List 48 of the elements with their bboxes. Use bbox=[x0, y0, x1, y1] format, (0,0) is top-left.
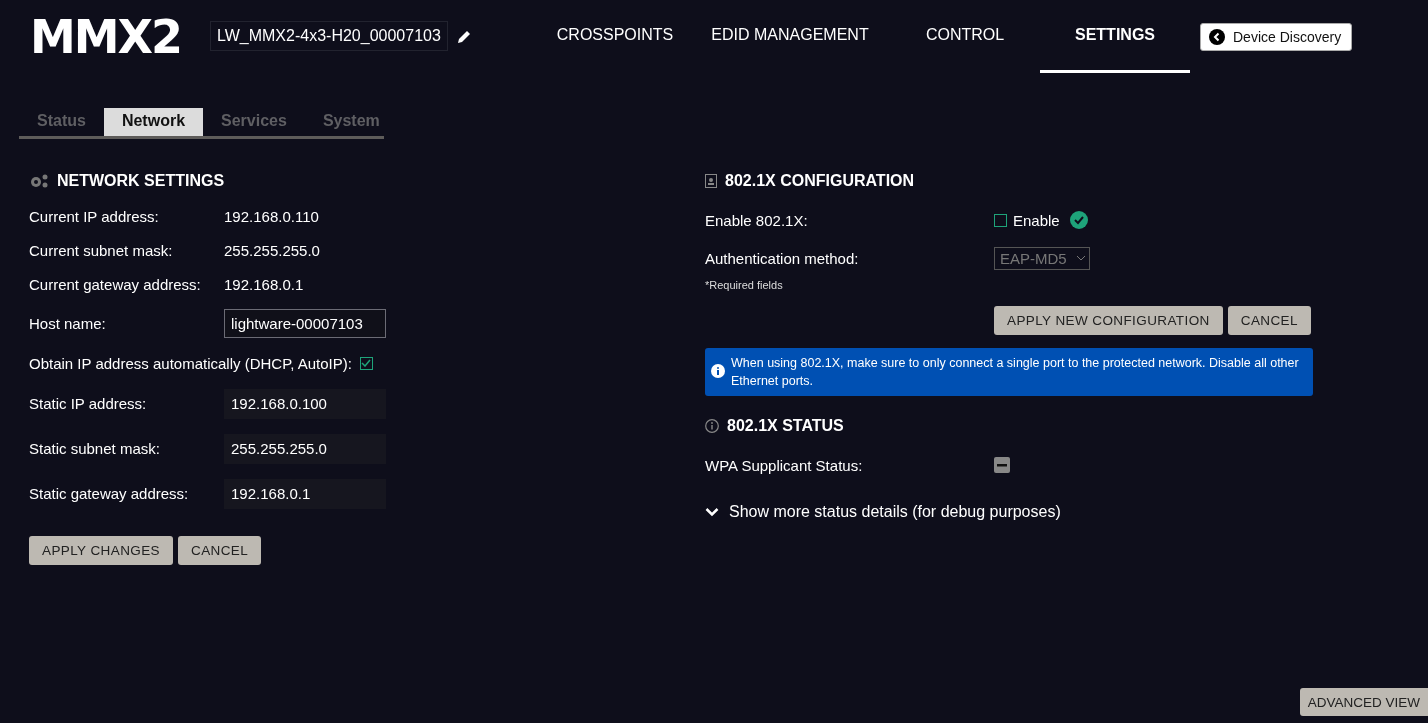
action-button[interactable]: CANCEL bbox=[178, 536, 262, 565]
chevron-icon bbox=[705, 507, 719, 517]
field-label: Current gateway address: bbox=[29, 275, 202, 293]
back-icon bbox=[1209, 28, 1225, 45]
tab[interactable]: Network bbox=[103, 108, 204, 136]
action-button[interactable]: APPLY NEW CONFIGURATION bbox=[994, 306, 1223, 335]
id-card-icon bbox=[705, 174, 717, 188]
info-banner: When using 802.1X, make sure to only connect a single port to the protected network. Disable all other Ethernet ports. bbox=[705, 348, 1313, 396]
nav-tab[interactable]: SETTINGS bbox=[1040, 0, 1190, 73]
field-label: Current subnet mask: bbox=[29, 241, 174, 259]
gears-icon bbox=[29, 173, 49, 189]
field-label: Static gateway address: bbox=[29, 485, 190, 502]
action-button[interactable]: APPLY CHANGES bbox=[29, 536, 173, 565]
details-toggle[interactable]: Show more status details (for debug purposes) bbox=[705, 503, 1325, 521]
section-title: NETWORK SETTINGS bbox=[57, 172, 225, 190]
field-value: 255.255.255.0 bbox=[224, 241, 320, 259]
nav-tab[interactable]: CROSSPOINTS bbox=[540, 0, 690, 73]
check-circle-icon bbox=[1069, 211, 1088, 229]
field-value: 192.168.0.1 bbox=[224, 275, 304, 293]
field-label: Current IP address: bbox=[29, 207, 160, 225]
chevron-down-icon bbox=[1076, 255, 1086, 261]
checkbox[interactable] bbox=[359, 356, 373, 370]
device-name: LW_MMX2-4x3-H20_00007103 bbox=[210, 20, 448, 51]
method-dropdown[interactable]: EAP-MD5 bbox=[994, 246, 1090, 270]
minus-square-icon bbox=[994, 457, 1010, 473]
nav-tab[interactable]: CONTROL bbox=[890, 0, 1040, 73]
info-icon bbox=[711, 364, 725, 378]
checkbox[interactable] bbox=[994, 213, 1007, 227]
input-field[interactable]: lightware-00007103 bbox=[224, 308, 386, 338]
field-label: Enable 802.1X: bbox=[705, 211, 809, 229]
advanced-view-button[interactable]: ADVANCED VIEW bbox=[1299, 688, 1428, 716]
field-label: Static IP address: bbox=[29, 395, 148, 412]
field-value: 192.168.0.110 bbox=[224, 207, 319, 225]
pencil-icon[interactable] bbox=[455, 28, 472, 45]
checkbox-label: Enable bbox=[1013, 211, 1060, 229]
action-button[interactable]: CANCEL bbox=[1227, 306, 1311, 335]
field-label: Host name: bbox=[29, 314, 107, 332]
section-title: 802.1X STATUS bbox=[727, 417, 844, 435]
field-label: WPA Supplicant Status: bbox=[705, 456, 864, 474]
required-note: *Required fields bbox=[705, 279, 784, 291]
field-label: Obtain IP address automatically (DHCP, AutoIP): bbox=[29, 354, 352, 372]
logo: MMX2 bbox=[30, 8, 183, 66]
field-label: Authentication method: bbox=[705, 249, 860, 267]
info-icon bbox=[705, 419, 719, 433]
device-discovery-button[interactable]: Device Discovery bbox=[1200, 22, 1353, 51]
section-title: 802.1X CONFIGURATION bbox=[725, 172, 915, 190]
nav-tab[interactable]: EDID MANAGEMENT bbox=[690, 0, 890, 73]
field-label: Static subnet mask: bbox=[29, 440, 161, 457]
